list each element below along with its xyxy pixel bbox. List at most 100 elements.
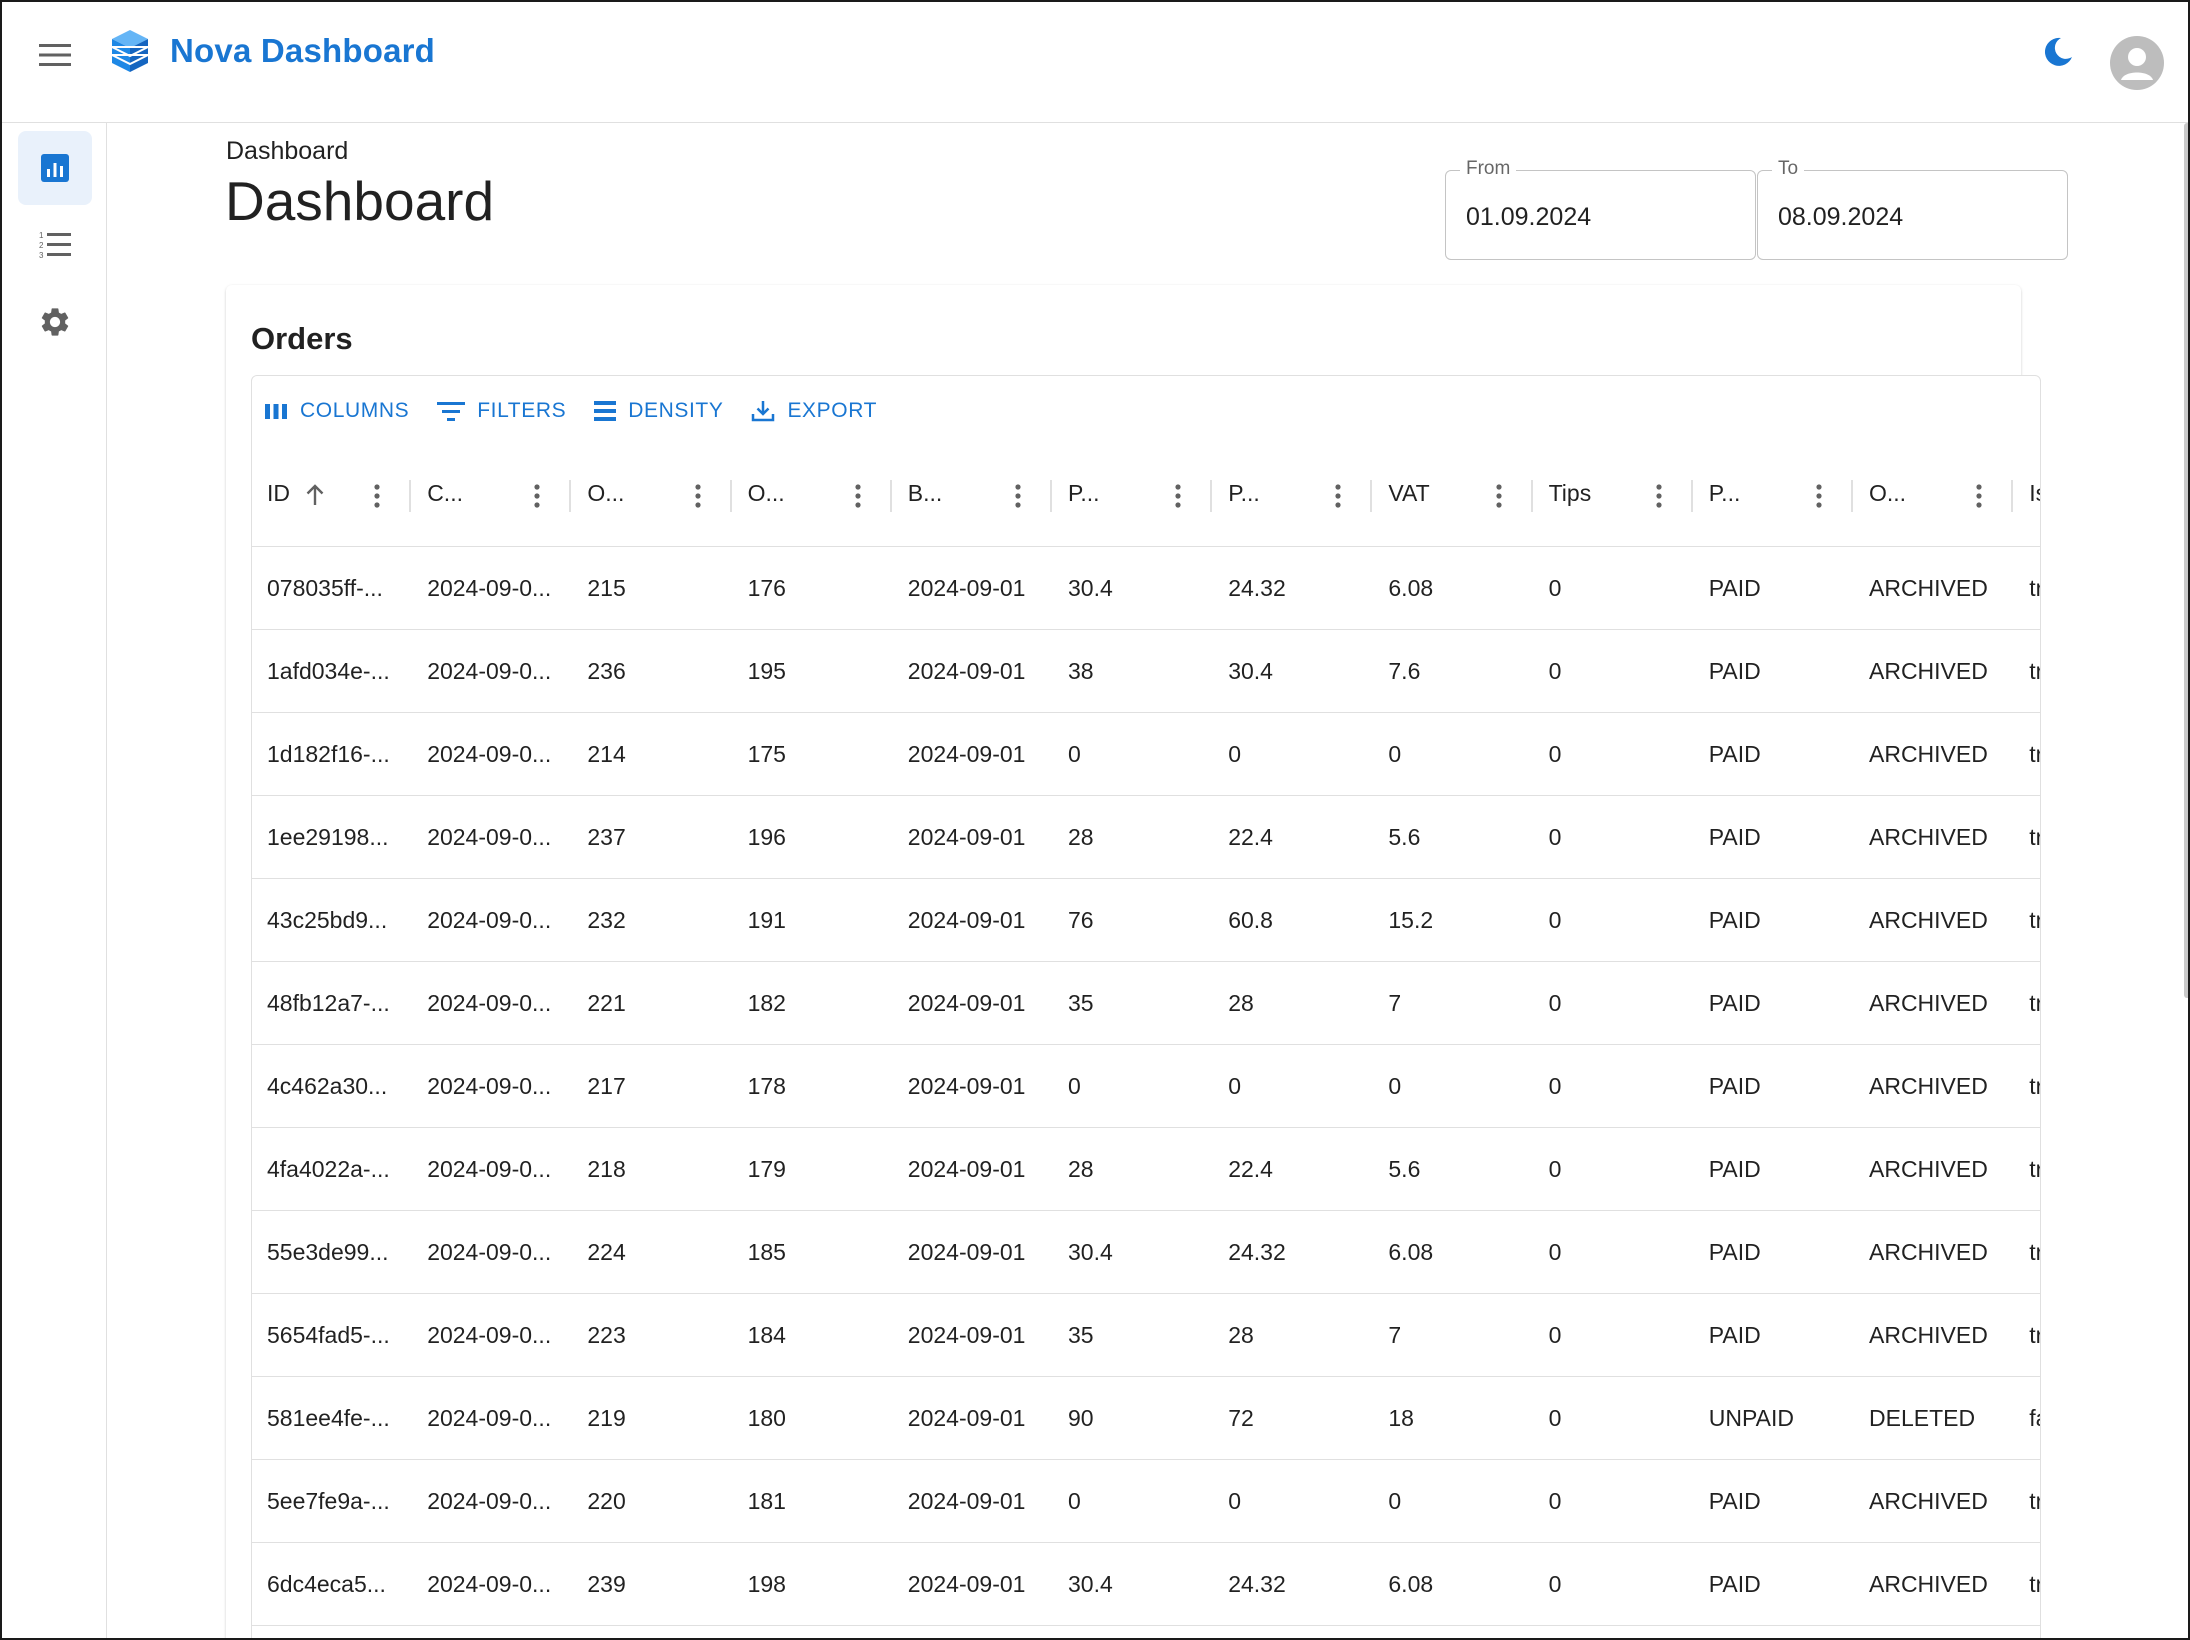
density-button[interactable]: DENSITY	[594, 399, 723, 423]
to-date-field[interactable]: To 08.09.2024	[1757, 158, 2068, 260]
table-cell: tr	[2029, 990, 2040, 1016]
column-resize-handle[interactable]	[1850, 480, 1853, 512]
filters-button[interactable]: FILTERS	[437, 399, 566, 423]
column-menu-icon[interactable]	[693, 483, 703, 509]
table-cell: 221	[587, 990, 626, 1016]
column-header[interactable]: Is	[2014, 443, 2040, 547]
table-cell: 2024-09-0...	[427, 1073, 552, 1099]
column-resize-handle[interactable]	[1690, 480, 1693, 512]
columns-button[interactable]: COLUMNS	[264, 399, 409, 423]
column-header-label: Tips	[1548, 480, 1592, 506]
theme-toggle-button[interactable]	[2038, 32, 2078, 72]
user-avatar-button[interactable]	[2110, 36, 2164, 90]
table-cell: 175	[747, 741, 786, 767]
column-menu-icon[interactable]	[532, 483, 542, 509]
table-row[interactable]: 4fa4022a-... 2024-09-0... 218 179 2024-09-01…	[252, 1128, 2040, 1211]
table-row[interactable]: 4c462a30... 2024-09-0... 217 178 2024-09-01 0…	[252, 1045, 2040, 1128]
table-cell: 195	[747, 658, 786, 684]
sidebar-item-dashboard[interactable]	[18, 131, 92, 205]
table-row[interactable]: 581ee4fe-... 2024-09-0... 219 180 2024-09-01…	[252, 1377, 2040, 1460]
table-cell: 078035ff-...	[267, 575, 383, 601]
column-header[interactable]: Tips	[1534, 443, 1694, 547]
export-button[interactable]: EXPORT	[751, 399, 877, 423]
column-resize-handle[interactable]	[569, 480, 572, 512]
sort-ascending-icon[interactable]	[304, 483, 326, 507]
column-header[interactable]: O...	[1854, 443, 2014, 547]
column-menu-icon[interactable]	[1333, 483, 1343, 509]
table-cell: 198	[747, 1571, 786, 1597]
orders-card: Orders COLUMNS FILTERS DENSITY EXPORT ID…	[226, 285, 2041, 1638]
hamburger-menu-button[interactable]	[32, 32, 78, 78]
column-menu-icon[interactable]	[853, 483, 863, 509]
table-cell: 581ee4fe-...	[267, 1405, 390, 1431]
column-resize-handle[interactable]	[409, 480, 412, 512]
column-header[interactable]: P...	[1053, 443, 1213, 547]
table-row[interactable]: 55e3de99... 2024-09-0... 224 185 2024-09-01 3…	[252, 1211, 2040, 1294]
column-resize-handle[interactable]	[2011, 480, 2014, 512]
from-date-field[interactable]: From 01.09.2024	[1445, 158, 1756, 260]
table-cell: tr	[2029, 1073, 2040, 1099]
column-header[interactable]: VAT	[1373, 443, 1533, 547]
column-header[interactable]: B...	[893, 443, 1053, 547]
column-resize-handle[interactable]	[729, 480, 732, 512]
sidebar-item-settings[interactable]	[18, 285, 92, 359]
column-header[interactable]: P...	[1213, 443, 1373, 547]
table-cell: ARCHIVED	[1869, 1239, 1988, 1265]
filters-button-label: FILTERS	[477, 399, 567, 422]
table-cell: 214	[587, 741, 626, 767]
table-cell: DELETED	[1869, 1405, 1976, 1431]
from-date-value[interactable]: 01.09.2024	[1466, 203, 1591, 232]
table-cell: 0	[1068, 1488, 1081, 1514]
table-cell: tr	[2029, 1571, 2040, 1597]
table-row[interactable]: 1afd034e-... 2024-09-0... 236 195 2024-09-01…	[252, 630, 2040, 713]
table-cell: PAID	[1708, 1073, 1761, 1099]
table-cell: 90	[1068, 1405, 1094, 1431]
column-menu-icon[interactable]	[1974, 483, 1984, 509]
breadcrumb[interactable]: Dashboard	[226, 137, 348, 166]
columns-button-label: COLUMNS	[300, 399, 410, 422]
table-cell: 179	[747, 1156, 786, 1182]
column-header[interactable]: O...	[733, 443, 893, 547]
table-row[interactable]: 1ee29198... 2024-09-0... 237 196 2024-09-01 2…	[252, 796, 2040, 879]
column-resize-handle[interactable]	[889, 480, 892, 512]
table-cell: 24.32	[1228, 1571, 1286, 1597]
column-resize-handle[interactable]	[1049, 480, 1052, 512]
column-menu-icon[interactable]	[1173, 483, 1183, 509]
column-header[interactable]: C...	[412, 443, 572, 547]
user-avatar-icon	[2121, 48, 2153, 80]
table-cell: 2024-09-0...	[427, 1488, 552, 1514]
table-cell: tr	[2029, 907, 2040, 933]
table-cell: 0	[1548, 824, 1562, 850]
column-menu-icon[interactable]	[1654, 483, 1664, 509]
column-menu-icon[interactable]	[372, 483, 382, 509]
table-row[interactable]: 43c25bd9... 2024-09-0... 232 191 2024-09-01 7…	[252, 879, 2040, 962]
to-date-value[interactable]: 08.09.2024	[1778, 203, 1903, 232]
table-cell: 223	[587, 1322, 626, 1348]
table-row[interactable]: 48fb12a7-... 2024-09-0... 221 182 2024-09-01…	[252, 962, 2040, 1045]
table-row[interactable]: 1d182f16-... 2024-09-0... 214 175 2024-09-01…	[252, 713, 2040, 796]
column-header-label: O...	[1869, 480, 1907, 506]
table-row[interactable]: 078035ff-... 2024-09-0... 215 176 2024-09-01…	[252, 547, 2040, 630]
column-menu-icon[interactable]	[1013, 483, 1023, 509]
column-menu-icon[interactable]	[1814, 483, 1824, 509]
bar-chart-icon	[41, 154, 69, 182]
app-brand-title[interactable]: Nova Dashboard	[170, 32, 435, 70]
table-row[interactable]: 5654fad5-... 2024-09-0... 223 184 2024-09-01…	[252, 1294, 2040, 1377]
table-row[interactable]: 5ee7fe9a-... 2024-09-0... 220 181 2024-09-01…	[252, 1460, 2040, 1543]
column-header-label: P...	[1708, 480, 1741, 506]
column-header[interactable]: P...	[1694, 443, 1854, 547]
table-cell: 215	[587, 575, 626, 601]
page-scrollbar[interactable]	[2184, 123, 2188, 998]
column-resize-handle[interactable]	[1530, 480, 1533, 512]
column-header-label: O...	[587, 480, 625, 506]
sidebar-item-list[interactable]: 1 2 3	[18, 208, 92, 282]
table-cell: tr	[2029, 824, 2040, 850]
column-header[interactable]: ID	[252, 443, 412, 547]
column-menu-icon[interactable]	[1494, 483, 1504, 509]
table-cell: tr	[2029, 575, 2040, 601]
table-row[interactable]: 6dc4eca5... 2024-09-0... 239 198 2024-09-01 3…	[252, 1543, 2040, 1626]
column-resize-handle[interactable]	[1370, 480, 1373, 512]
column-resize-handle[interactable]	[1210, 480, 1213, 512]
column-header[interactable]: O...	[572, 443, 732, 547]
page-title: Dashboard	[225, 170, 495, 232]
